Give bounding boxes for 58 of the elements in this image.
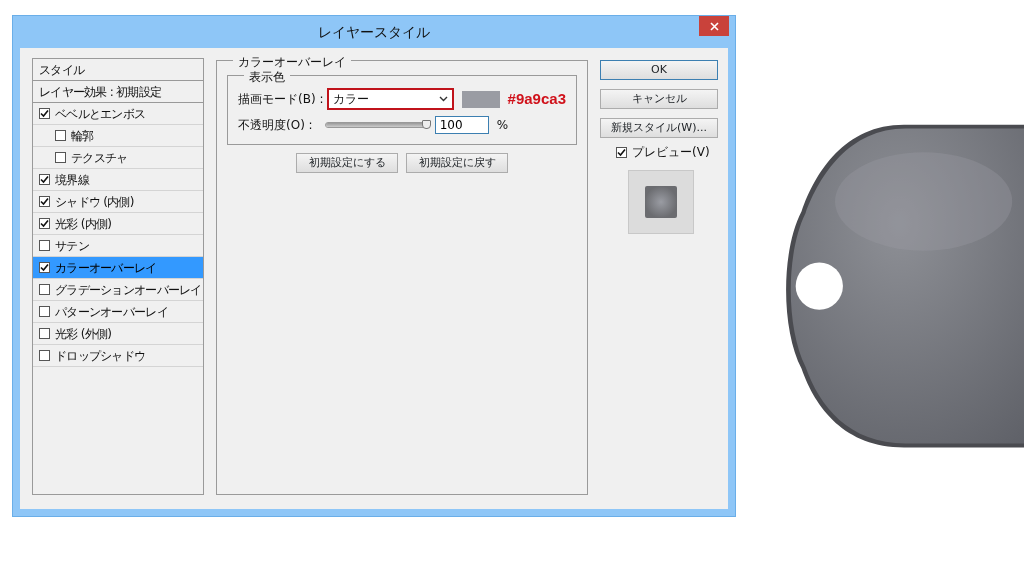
effect-item[interactable]: 光彩 (内側) — [33, 213, 203, 235]
blend-mode-dropdown[interactable]: カラー — [327, 88, 454, 110]
checkbox[interactable] — [39, 284, 50, 295]
checkbox[interactable] — [39, 196, 50, 207]
checkbox[interactable] — [616, 146, 627, 158]
effect-item[interactable]: ベベルとエンボス — [33, 103, 203, 125]
opacity-input[interactable]: 100 — [434, 116, 489, 134]
effect-item[interactable]: グラデーションオーバーレイ — [33, 279, 203, 301]
checkbox[interactable] — [39, 108, 50, 119]
slider-thumb[interactable] — [421, 120, 431, 129]
effect-label: ドロップシャドウ — [55, 347, 146, 365]
checkbox[interactable] — [55, 130, 66, 141]
effect-item[interactable]: ドロップシャドウ — [33, 345, 203, 367]
checkbox[interactable] — [39, 350, 50, 361]
checkbox-label: プレビュー(V) — [632, 144, 710, 161]
effect-label: サテン — [55, 237, 89, 255]
panel-header[interactable]: レイヤー効果 : 初期設定 — [33, 81, 203, 103]
color-swatch[interactable] — [462, 90, 500, 108]
close-icon — [709, 21, 719, 31]
effect-item[interactable]: テクスチャ — [33, 147, 203, 169]
effect-label: カラーオーバーレイ — [55, 259, 157, 277]
reset-default-button[interactable]: 初期設定に戻す — [406, 153, 508, 173]
effect-label: グラデーションオーバーレイ — [55, 281, 202, 299]
effect-item[interactable]: カラーオーバーレイ — [33, 257, 203, 279]
panel-header[interactable]: スタイル — [33, 59, 203, 81]
field-label: 描画モード(B) : — [238, 91, 324, 108]
effect-label: 境界線 — [55, 171, 89, 189]
effect-item[interactable]: 境界線 — [33, 169, 203, 191]
preview-square-icon — [645, 186, 677, 218]
cancel-button[interactable]: キャンセル — [600, 89, 718, 109]
new-style-button[interactable]: 新規スタイル(W)... — [600, 118, 718, 138]
effect-item[interactable]: 輪郭 — [33, 125, 203, 147]
reset-default-button[interactable]: 初期設定にする — [296, 153, 398, 173]
checkbox[interactable] — [55, 152, 66, 163]
checkbox[interactable] — [39, 328, 50, 339]
effect-label: 光彩 (内側) — [55, 215, 112, 233]
close-button[interactable] — [699, 16, 729, 36]
checkbox[interactable] — [39, 262, 50, 273]
checkbox[interactable] — [39, 306, 50, 317]
ok-button[interactable]: OK — [600, 60, 718, 80]
effect-item[interactable]: シャドウ (内側) — [33, 191, 203, 213]
checkbox[interactable] — [39, 174, 50, 185]
effect-label: 輪郭 — [71, 127, 94, 145]
effect-label: シャドウ (内側) — [55, 193, 134, 211]
field-label: 不透明度(O) : — [238, 117, 313, 134]
checkbox[interactable] — [39, 218, 50, 229]
window-title: レイヤースタイル — [318, 22, 430, 42]
unit-label: % — [496, 117, 509, 134]
effect-label: パターンオーバーレイ — [55, 303, 168, 321]
checkbox[interactable] — [39, 240, 50, 251]
color-code-annotation: #9a9ca3 — [507, 88, 566, 109]
effect-label: ベベルとエンボス — [55, 105, 146, 123]
effect-label: テクスチャ — [71, 149, 128, 167]
group-title: 表示色 — [244, 68, 290, 86]
effect-label: 光彩 (外側) — [55, 325, 112, 343]
effect-item[interactable]: パターンオーバーレイ — [33, 301, 203, 323]
chevron-icon — [439, 96, 448, 102]
effect-item[interactable]: 光彩 (外側) — [33, 323, 203, 345]
